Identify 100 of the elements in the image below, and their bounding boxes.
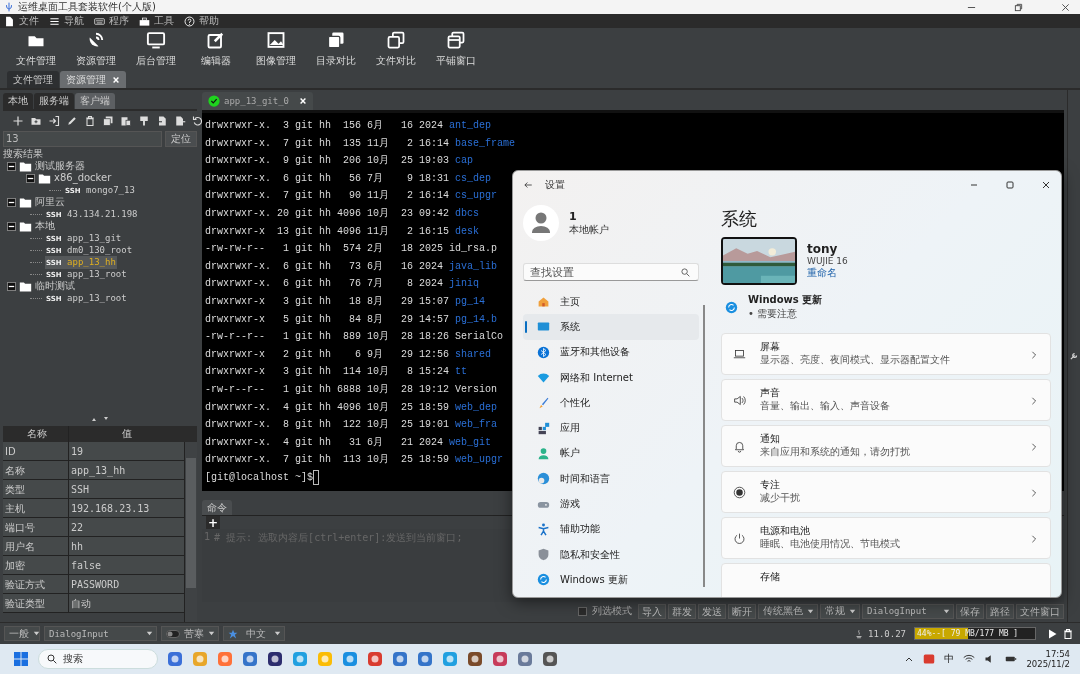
settings-card[interactable]: 声音 音量、输出、输入、声音设备 [721,379,1051,421]
toolbar-button[interactable]: 导入 [638,603,666,619]
delete-icon[interactable] [84,115,96,127]
wrench-icon[interactable] [1069,351,1079,361]
menu-item[interactable]: 工具 [139,14,174,28]
play-icon[interactable] [1046,627,1058,640]
toolbar-button[interactable]: 路径 [986,603,1014,619]
file-name: Version [455,382,498,397]
nav-item[interactable]: 个性化 [523,390,699,416]
toolbar-button[interactable]: 文件管理 [6,30,66,68]
start-icon[interactable] [13,651,29,667]
maximize-icon[interactable] [1005,180,1015,190]
close-icon[interactable] [1041,180,1051,190]
checkbox-label[interactable]: 列选模式 [592,604,632,618]
scrollbar[interactable] [184,442,197,622]
toolbar-button[interactable]: 图像管理 [246,30,306,68]
restore-icon[interactable] [1014,2,1023,12]
toolbar-button[interactable]: 文件对比 [366,30,426,68]
dropdown[interactable]: 中文 [223,626,285,641]
dropdown[interactable]: 苦寒 [161,626,219,641]
dropdown[interactable]: 常规 [820,603,860,619]
back-arrow-icon[interactable] [523,180,533,190]
tree-item[interactable]: 临时测试 [35,280,75,292]
settings-card[interactable]: 屏幕 显示器、亮度、夜间模式、显示器配置文件 [721,333,1051,375]
collapse-toggle-icon[interactable] [7,221,16,231]
nav-item[interactable]: 游戏 [523,491,699,517]
rename-link[interactable]: 重命名 [807,266,848,280]
nav-item[interactable]: Windows 更新 [523,567,699,593]
search-field[interactable]: 查找设置 [523,263,699,281]
ime-indicator[interactable]: 中 [944,652,955,666]
undo-icon[interactable] [192,115,204,127]
tab[interactable]: 资源管理 [60,71,126,88]
folder-add-icon[interactable] [30,115,42,127]
tree-item[interactable]: 本地 [35,220,55,232]
paste-icon[interactable] [120,115,132,127]
directory-name: web_upgr [455,453,504,468]
add-icon[interactable] [12,115,24,127]
toolbar-button[interactable]: 文件窗口 [1016,603,1064,619]
brush-icon[interactable] [138,115,150,127]
brush-icon [537,396,550,410]
add-button[interactable]: + [206,516,220,529]
collapse-toggle-icon[interactable] [7,161,16,171]
settings-card[interactable]: 专注 减少干扰 [721,471,1051,513]
settings-card[interactable]: 存储 [721,563,1051,597]
nav-item[interactable]: 系统 [523,314,699,340]
search-field[interactable]: 搜索 [38,649,158,669]
collapse-toggle-icon[interactable] [7,197,16,207]
toolbar-button[interactable]: 平铺窗口 [426,30,486,68]
tree-item[interactable]: 阿里云 [35,196,65,208]
toolbar-button[interactable]: 后台管理 [126,30,186,68]
toolbar-button[interactable]: 编辑器 [186,30,246,68]
nav-item[interactable]: 蓝牙和其他设备 [523,339,699,365]
tab[interactable]: 服务端 [34,93,74,109]
toolbar-button[interactable]: 资源管理 [66,30,126,68]
splitter-arrows-icon[interactable] [90,416,110,422]
export-icon[interactable] [174,115,186,127]
search-field[interactable]: 13 [3,131,162,147]
locate-button[interactable]: 定位 [165,131,197,147]
nav-item[interactable]: 隐私和安全性 [523,541,699,568]
copy-icon[interactable] [102,115,114,127]
menu-item[interactable]: 帮助 [184,14,219,28]
menu-item[interactable]: 文件 [4,14,39,28]
nav-item[interactable]: 时间和语言 [523,466,699,492]
dropdown[interactable]: 传统黑色 [758,603,818,619]
dropdown[interactable]: DialogInput [44,626,157,641]
menu-item[interactable]: 导航 [49,14,84,28]
tab[interactable]: app_13_git_0 [202,92,314,110]
clock-time[interactable]: 17:54 [1045,649,1070,659]
dropdown[interactable]: 一般 [4,626,40,641]
nav-item[interactable]: 主页 [523,289,699,315]
import-icon[interactable] [48,115,60,127]
app-icon[interactable] [467,651,483,667]
collapse-toggle-icon[interactable] [7,281,16,291]
toolbar-button[interactable]: 群发 [668,603,696,619]
settings-card[interactable]: 电源和电池 睡眠、电池使用情况、节电模式 [721,517,1051,559]
edit-icon[interactable] [66,115,78,127]
collapse-toggle-icon[interactable] [26,173,35,183]
app-icon[interactable] [542,651,558,667]
nav-item[interactable]: 网络和 Internet [523,364,699,391]
toolbar-button[interactable]: 目录对比 [306,30,366,68]
menu-item[interactable]: 程序 [94,14,129,28]
clock-date[interactable]: 2025/11/2 [1026,659,1070,669]
tab[interactable]: 文件管理 [7,71,59,88]
tab[interactable]: 本地 [3,93,33,109]
nav-item[interactable]: 帐户 [523,440,699,467]
toolbar-button[interactable]: 保存 [956,603,984,619]
tab[interactable]: 命令 [202,500,232,515]
settings-card[interactable]: 通知 来自应用和系统的通知，请勿打扰 [721,425,1051,467]
export-icon[interactable] [156,115,168,127]
tab[interactable]: 客户端 [75,93,115,109]
checkbox[interactable] [578,606,587,616]
nav-item[interactable]: 辅助功能 [523,516,699,542]
toolbar-button[interactable]: 断开 [728,603,756,619]
app-icon[interactable] [267,651,283,667]
toolbar-button[interactable]: 发送 [698,603,726,619]
close-icon[interactable] [1061,2,1070,12]
nav-item[interactable]: 应用 [523,415,699,441]
dropdown[interactable]: DialogInput [862,603,954,619]
tree-item[interactable]: x86_docker [54,172,112,184]
tree-item[interactable]: 测试服务器 [35,160,85,172]
